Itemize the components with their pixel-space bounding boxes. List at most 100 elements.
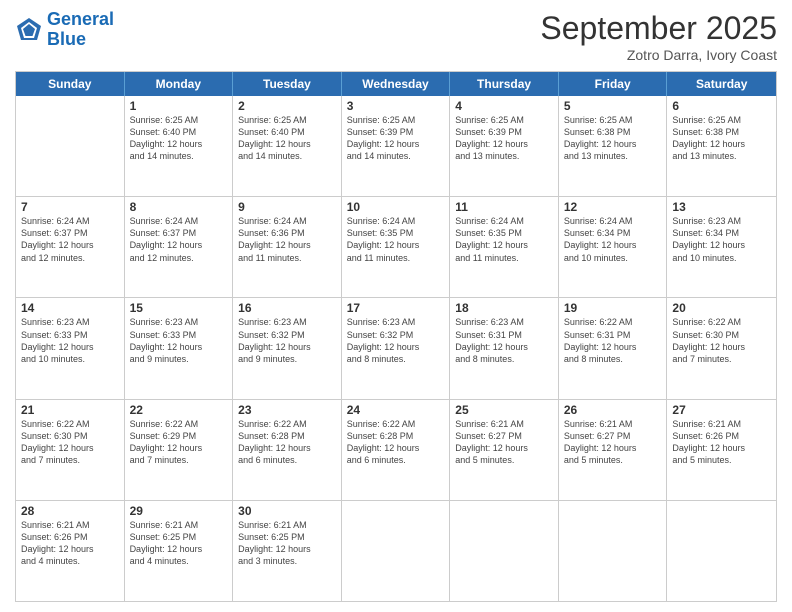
calendar-cell: 5Sunrise: 6:25 AM Sunset: 6:38 PM Daylig…	[559, 96, 668, 196]
day-info: Sunrise: 6:25 AM Sunset: 6:39 PM Dayligh…	[347, 114, 445, 163]
calendar-cell: 3Sunrise: 6:25 AM Sunset: 6:39 PM Daylig…	[342, 96, 451, 196]
day-info: Sunrise: 6:21 AM Sunset: 6:25 PM Dayligh…	[130, 519, 228, 568]
calendar-cell: 18Sunrise: 6:23 AM Sunset: 6:31 PM Dayli…	[450, 298, 559, 398]
calendar-header: SundayMondayTuesdayWednesdayThursdayFrid…	[16, 72, 776, 96]
day-number: 3	[347, 99, 445, 113]
day-number: 13	[672, 200, 771, 214]
calendar-cell: 30Sunrise: 6:21 AM Sunset: 6:25 PM Dayli…	[233, 501, 342, 601]
day-number: 28	[21, 504, 119, 518]
day-number: 10	[347, 200, 445, 214]
page: General Blue September 2025 Zotro Darra,…	[0, 0, 792, 612]
calendar-cell: 1Sunrise: 6:25 AM Sunset: 6:40 PM Daylig…	[125, 96, 234, 196]
day-info: Sunrise: 6:25 AM Sunset: 6:40 PM Dayligh…	[238, 114, 336, 163]
month-title: September 2025	[540, 10, 777, 47]
calendar-cell: 22Sunrise: 6:22 AM Sunset: 6:29 PM Dayli…	[125, 400, 234, 500]
calendar-cell: 24Sunrise: 6:22 AM Sunset: 6:28 PM Dayli…	[342, 400, 451, 500]
calendar-cell: 23Sunrise: 6:22 AM Sunset: 6:28 PM Dayli…	[233, 400, 342, 500]
day-number: 29	[130, 504, 228, 518]
day-number: 4	[455, 99, 553, 113]
title-block: September 2025 Zotro Darra, Ivory Coast	[540, 10, 777, 63]
location-subtitle: Zotro Darra, Ivory Coast	[540, 47, 777, 63]
header-day-wednesday: Wednesday	[342, 72, 451, 96]
day-number: 5	[564, 99, 662, 113]
day-number: 16	[238, 301, 336, 315]
day-info: Sunrise: 6:22 AM Sunset: 6:28 PM Dayligh…	[347, 418, 445, 467]
calendar-cell	[559, 501, 668, 601]
day-info: Sunrise: 6:24 AM Sunset: 6:36 PM Dayligh…	[238, 215, 336, 264]
day-info: Sunrise: 6:23 AM Sunset: 6:31 PM Dayligh…	[455, 316, 553, 365]
calendar-cell: 28Sunrise: 6:21 AM Sunset: 6:26 PM Dayli…	[16, 501, 125, 601]
logo-line2: Blue	[47, 29, 86, 49]
calendar-cell: 12Sunrise: 6:24 AM Sunset: 6:34 PM Dayli…	[559, 197, 668, 297]
calendar-cell: 29Sunrise: 6:21 AM Sunset: 6:25 PM Dayli…	[125, 501, 234, 601]
day-number: 1	[130, 99, 228, 113]
calendar-cell: 11Sunrise: 6:24 AM Sunset: 6:35 PM Dayli…	[450, 197, 559, 297]
calendar-cell: 7Sunrise: 6:24 AM Sunset: 6:37 PM Daylig…	[16, 197, 125, 297]
day-number: 15	[130, 301, 228, 315]
logo-line1: General	[47, 9, 114, 29]
calendar-cell: 6Sunrise: 6:25 AM Sunset: 6:38 PM Daylig…	[667, 96, 776, 196]
day-number: 25	[455, 403, 553, 417]
calendar-cell	[667, 501, 776, 601]
calendar-cell: 17Sunrise: 6:23 AM Sunset: 6:32 PM Dayli…	[342, 298, 451, 398]
calendar-cell: 4Sunrise: 6:25 AM Sunset: 6:39 PM Daylig…	[450, 96, 559, 196]
calendar-cell: 19Sunrise: 6:22 AM Sunset: 6:31 PM Dayli…	[559, 298, 668, 398]
day-info: Sunrise: 6:21 AM Sunset: 6:26 PM Dayligh…	[21, 519, 119, 568]
day-number: 14	[21, 301, 119, 315]
calendar-body: 1Sunrise: 6:25 AM Sunset: 6:40 PM Daylig…	[16, 96, 776, 601]
day-info: Sunrise: 6:24 AM Sunset: 6:34 PM Dayligh…	[564, 215, 662, 264]
day-number: 7	[21, 200, 119, 214]
logo-icon	[15, 16, 43, 44]
day-info: Sunrise: 6:25 AM Sunset: 6:38 PM Dayligh…	[672, 114, 771, 163]
calendar-row-4: 28Sunrise: 6:21 AM Sunset: 6:26 PM Dayli…	[16, 500, 776, 601]
calendar-row-1: 7 Sunrise: 6:24 AM Sunset: 6:37 PM Daylig…	[16, 196, 776, 297]
calendar-row-3: 21Sunrise: 6:22 AM Sunset: 6:30 PM Dayli…	[16, 399, 776, 500]
calendar-row-0: 1Sunrise: 6:25 AM Sunset: 6:40 PM Daylig…	[16, 96, 776, 196]
day-info: Sunrise: 6:23 AM Sunset: 6:32 PM Dayligh…	[347, 316, 445, 365]
day-number: 9	[238, 200, 336, 214]
calendar-cell	[450, 501, 559, 601]
logo-text: General Blue	[47, 10, 114, 50]
day-number: 8	[130, 200, 228, 214]
calendar-cell: 9Sunrise: 6:24 AM Sunset: 6:36 PM Daylig…	[233, 197, 342, 297]
header-day-thursday: Thursday	[450, 72, 559, 96]
calendar-cell: 25Sunrise: 6:21 AM Sunset: 6:27 PM Dayli…	[450, 400, 559, 500]
day-info: Sunrise: 6:22 AM Sunset: 6:30 PM Dayligh…	[21, 418, 119, 467]
day-number: 21	[21, 403, 119, 417]
day-number: 2	[238, 99, 336, 113]
day-info: Sunrise: 6:24 AM Sunset: 6:35 PM Dayligh…	[347, 215, 445, 264]
day-info: Sunrise: 6:24 AM Sunset: 6:35 PM Dayligh…	[455, 215, 553, 264]
day-number: 17	[347, 301, 445, 315]
calendar-row-2: 14Sunrise: 6:23 AM Sunset: 6:33 PM Dayli…	[16, 297, 776, 398]
header: General Blue September 2025 Zotro Darra,…	[15, 10, 777, 63]
day-info: Sunrise: 6:21 AM Sunset: 6:25 PM Dayligh…	[238, 519, 336, 568]
day-info: Sunrise: 6:22 AM Sunset: 6:29 PM Dayligh…	[130, 418, 228, 467]
day-number: 26	[564, 403, 662, 417]
day-number: 22	[130, 403, 228, 417]
calendar-cell	[16, 96, 125, 196]
calendar-cell: 16Sunrise: 6:23 AM Sunset: 6:32 PM Dayli…	[233, 298, 342, 398]
day-info: Sunrise: 6:22 AM Sunset: 6:31 PM Dayligh…	[564, 316, 662, 365]
day-info: Sunrise: 6:23 AM Sunset: 6:32 PM Dayligh…	[238, 316, 336, 365]
logo: General Blue	[15, 10, 114, 50]
day-number: 6	[672, 99, 771, 113]
header-day-tuesday: Tuesday	[233, 72, 342, 96]
day-info: Sunrise: 6:21 AM Sunset: 6:26 PM Dayligh…	[672, 418, 771, 467]
day-info: Sunrise: 6:24 AM Sunset: 6:37 PM Dayligh…	[130, 215, 228, 264]
day-info: Sunrise: 6:21 AM Sunset: 6:27 PM Dayligh…	[455, 418, 553, 467]
header-day-saturday: Saturday	[667, 72, 776, 96]
header-day-monday: Monday	[125, 72, 234, 96]
calendar-cell: 21Sunrise: 6:22 AM Sunset: 6:30 PM Dayli…	[16, 400, 125, 500]
header-day-sunday: Sunday	[16, 72, 125, 96]
day-info: Sunrise: 6:25 AM Sunset: 6:38 PM Dayligh…	[564, 114, 662, 163]
calendar-cell: 13Sunrise: 6:23 AM Sunset: 6:34 PM Dayli…	[667, 197, 776, 297]
day-number: 12	[564, 200, 662, 214]
day-info: Sunrise: 6:25 AM Sunset: 6:40 PM Dayligh…	[130, 114, 228, 163]
calendar-cell: 27Sunrise: 6:21 AM Sunset: 6:26 PM Dayli…	[667, 400, 776, 500]
day-info: Sunrise: 6:23 AM Sunset: 6:33 PM Dayligh…	[21, 316, 119, 365]
calendar-cell: 8Sunrise: 6:24 AM Sunset: 6:37 PM Daylig…	[125, 197, 234, 297]
day-number: 18	[455, 301, 553, 315]
calendar: SundayMondayTuesdayWednesdayThursdayFrid…	[15, 71, 777, 602]
calendar-cell	[342, 501, 451, 601]
header-day-friday: Friday	[559, 72, 668, 96]
